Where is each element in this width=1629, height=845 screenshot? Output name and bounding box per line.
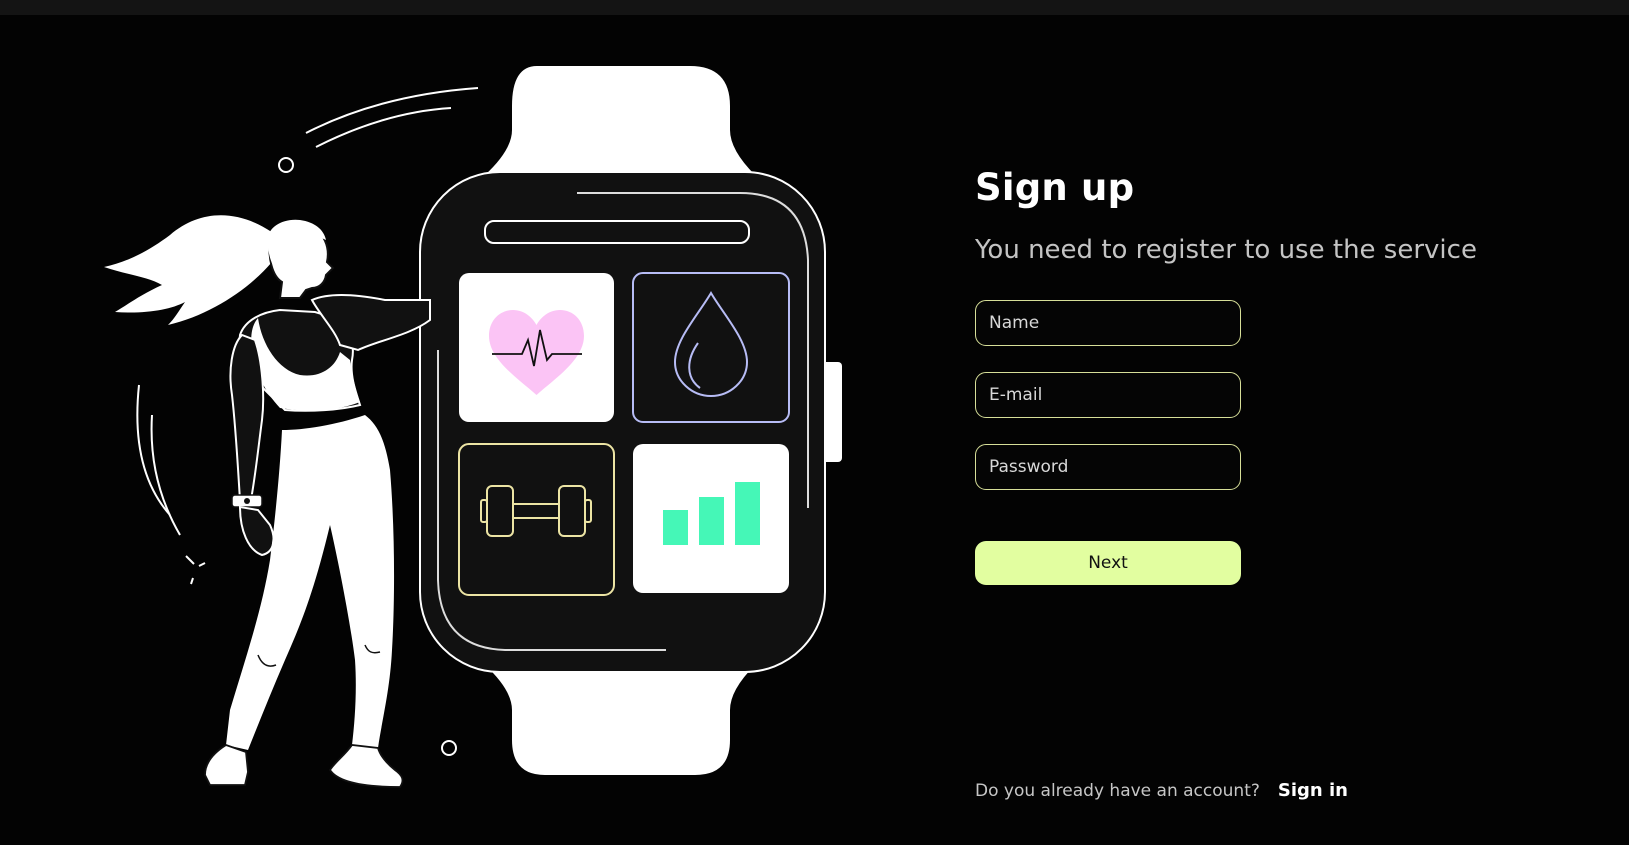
signin-prompt: Do you already have an account? Sign in <box>975 780 1348 801</box>
email-field <box>975 372 1241 418</box>
account-question: Do you already have an account? <box>975 780 1260 801</box>
dot-decoration <box>441 740 457 756</box>
page-subtitle: You need to register to use the service <box>975 235 1477 265</box>
top-bar <box>0 0 1629 15</box>
watch-strap-top <box>485 66 755 175</box>
name-field <box>975 300 1241 346</box>
next-button[interactable]: Next <box>975 541 1241 585</box>
dot-decoration <box>278 157 294 173</box>
password-field <box>975 444 1241 490</box>
smartwatch-fitness-illustration <box>104 66 842 788</box>
page-title: Sign up <box>975 166 1135 209</box>
password-input[interactable] <box>989 457 1240 477</box>
woman-figure <box>104 215 431 788</box>
name-input[interactable] <box>989 313 1240 333</box>
signin-link[interactable]: Sign in <box>1278 780 1348 801</box>
watch-strap-bottom <box>485 665 755 775</box>
water-tile <box>632 272 790 423</box>
email-input[interactable] <box>989 385 1240 405</box>
